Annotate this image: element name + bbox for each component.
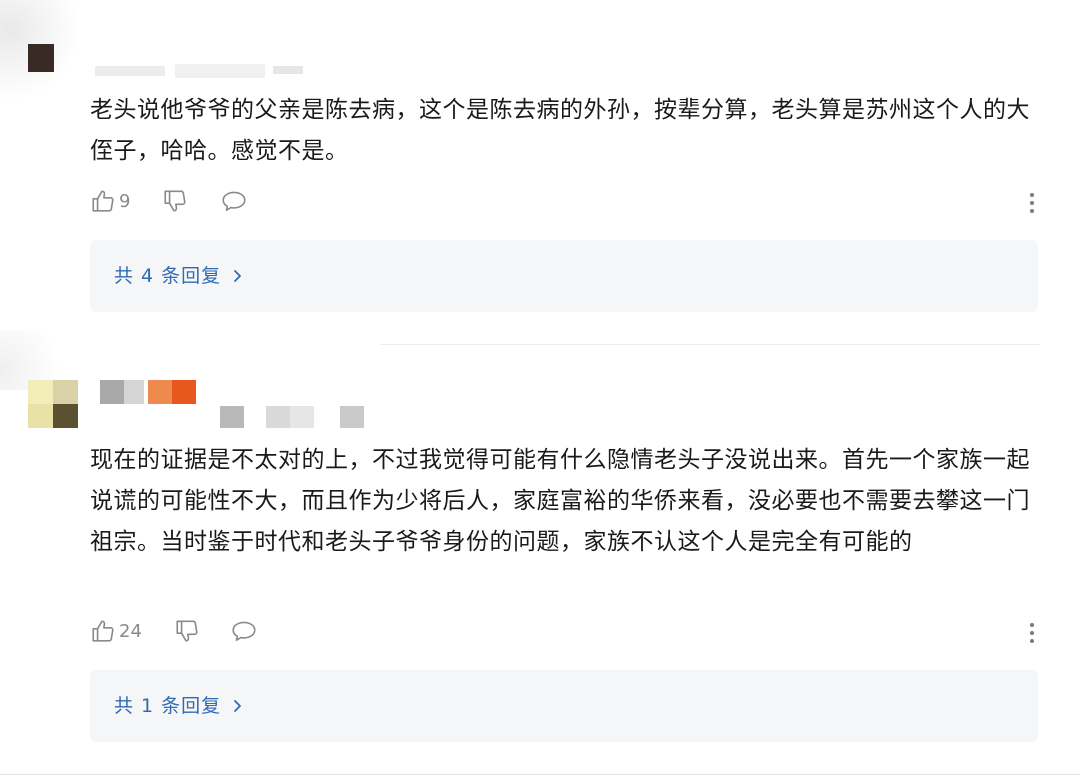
username-redacted: [95, 60, 305, 82]
reply-button[interactable]: [220, 188, 248, 214]
view-replies-link[interactable]: 共 1 条回复: [114, 670, 242, 742]
like-button[interactable]: 24: [90, 618, 142, 644]
like-count: 9: [119, 190, 131, 212]
thumbs-down-icon: [174, 618, 200, 644]
avatar[interactable]: [28, 44, 54, 72]
dislike-button[interactable]: [162, 188, 188, 214]
avatar[interactable]: [28, 380, 78, 428]
chevron-right-icon: [232, 670, 242, 742]
bottom-edge: [0, 774, 1080, 775]
comment-divider: [380, 344, 1040, 345]
comment-actions: 9: [90, 188, 1040, 218]
view-replies-link[interactable]: 共 4 条回复: [114, 240, 242, 312]
replies-count-label: 共 1 条回复: [114, 695, 222, 717]
speech-bubble-icon: [220, 188, 248, 214]
speech-bubble-icon: [230, 618, 258, 644]
chevron-right-icon: [232, 240, 242, 312]
thumbs-up-icon: [90, 188, 116, 214]
comment-item: 老头说他爷爷的父亲是陈去病，这个是陈去病的外孙，按辈分算，老头算是苏州这个人的大…: [0, 0, 1080, 330]
replies-panel[interactable]: 共 1 条回复: [90, 670, 1038, 742]
more-vertical-icon[interactable]: [1024, 618, 1040, 648]
comment-actions: 24: [90, 618, 1040, 648]
like-button[interactable]: 9: [90, 188, 130, 214]
username-redacted: [96, 380, 376, 430]
more-vertical-icon[interactable]: [1024, 188, 1040, 218]
like-count: 24: [119, 620, 142, 642]
comment-text: 老头说他爷爷的父亲是陈去病，这个是陈去病的外孙，按辈分算，老头算是苏州这个人的大…: [90, 97, 1030, 164]
replies-panel[interactable]: 共 4 条回复: [90, 240, 1038, 312]
thumbs-up-icon: [90, 618, 116, 644]
reply-button[interactable]: [230, 618, 258, 644]
replies-count-label: 共 4 条回复: [114, 265, 222, 287]
dislike-button[interactable]: [174, 618, 200, 644]
comment-text: 现在的证据是不太对的上，不过我觉得可能有什么隐情老头子没说出来。首先一个家族一起…: [90, 447, 1030, 555]
comment-item: 现在的证据是不太对的上，不过我觉得可能有什么隐情老头子没说出来。首先一个家族一起…: [0, 360, 1080, 777]
thumbs-down-icon: [162, 188, 188, 214]
